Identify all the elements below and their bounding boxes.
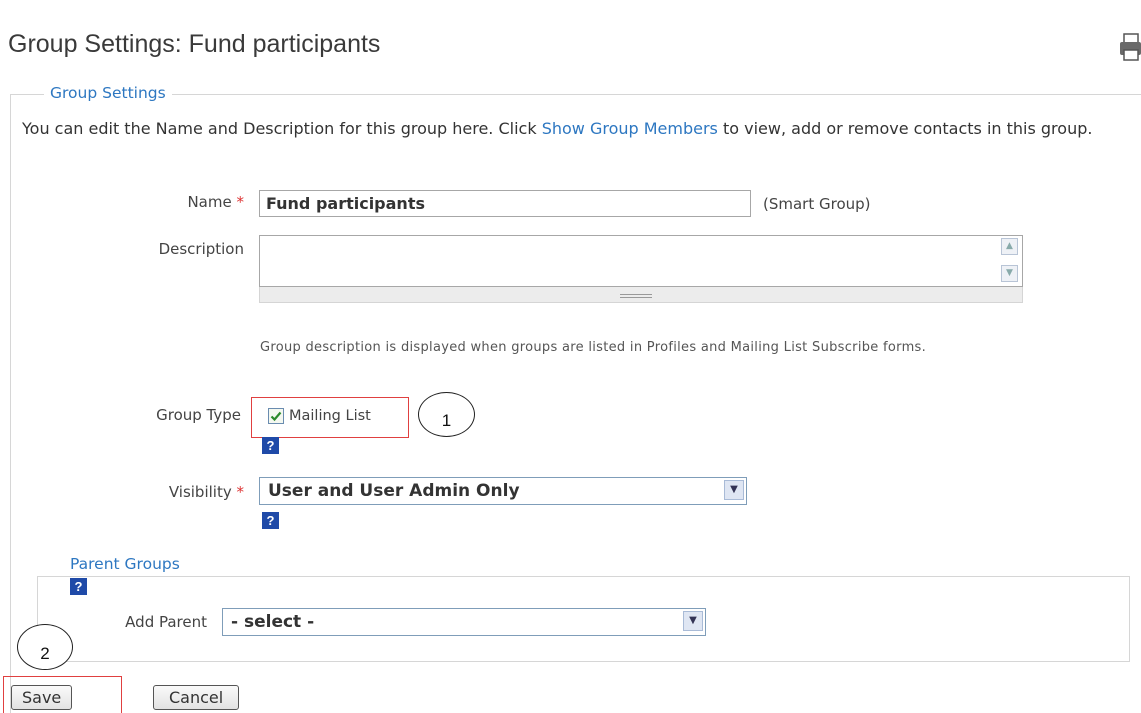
annotation-marker-1: 1	[418, 392, 475, 437]
group-type-help-icon[interactable]: ?	[262, 437, 279, 454]
annotation-marker-2: 2	[17, 624, 73, 670]
chevron-down-icon[interactable]: ▼	[724, 480, 744, 500]
name-input[interactable]: Fund participants	[259, 190, 751, 217]
intro-text: You can edit the Name and Description fo…	[22, 116, 1112, 141]
save-button[interactable]: Save	[11, 685, 73, 710]
textarea-resize-grip[interactable]	[259, 287, 1023, 303]
printer-icon[interactable]	[1116, 30, 1141, 64]
smart-group-note: (Smart Group)	[763, 195, 871, 213]
name-label-text: Name	[187, 193, 232, 211]
parent-groups-help-icon[interactable]: ?	[70, 578, 87, 595]
chevron-down-icon[interactable]: ▼	[683, 611, 703, 631]
page-title: Group Settings: Fund participants	[8, 30, 381, 58]
visibility-label-text: Visibility	[168, 483, 232, 501]
visibility-label: Visibility *	[120, 483, 244, 501]
required-mark: *	[236, 193, 245, 211]
show-group-members-link[interactable]: Show Group Members	[542, 119, 718, 138]
name-label: Name *	[150, 193, 244, 211]
visibility-select[interactable]: User and User Admin Only ▼	[259, 477, 747, 505]
group-settings-legend: Group Settings	[44, 84, 172, 102]
cancel-button[interactable]: Cancel	[153, 685, 240, 710]
mailing-list-checkbox[interactable]	[268, 408, 284, 424]
grip-icon	[620, 294, 652, 298]
checkmark-icon	[270, 411, 282, 422]
add-parent-label: Add Parent	[125, 613, 207, 631]
scroll-up-icon[interactable]: ▲	[1001, 238, 1018, 255]
description-help-text: Group description is displayed when grou…	[260, 340, 927, 355]
textarea-scrollbar[interactable]: ▲ ▼	[1001, 238, 1020, 284]
parent-groups-legend: Parent Groups	[64, 555, 186, 573]
add-parent-select[interactable]: - select - ▼	[222, 608, 706, 636]
intro-text-start: You can edit the Name and Description fo…	[22, 119, 542, 138]
visibility-value: User and User Admin Only	[268, 481, 520, 501]
description-label: Description	[158, 240, 244, 258]
group-type-label: Group Type	[156, 406, 241, 424]
intro-text-end: to view, add or remove contacts in this …	[717, 119, 1093, 138]
scroll-down-icon[interactable]: ▼	[1001, 265, 1018, 282]
add-parent-value: - select -	[231, 612, 315, 632]
required-mark: *	[236, 483, 245, 501]
mailing-list-label: Mailing List	[289, 408, 371, 424]
visibility-help-icon[interactable]: ?	[262, 512, 279, 529]
top-band	[0, 0, 1141, 10]
description-textarea[interactable]: ▲ ▼	[259, 235, 1023, 287]
